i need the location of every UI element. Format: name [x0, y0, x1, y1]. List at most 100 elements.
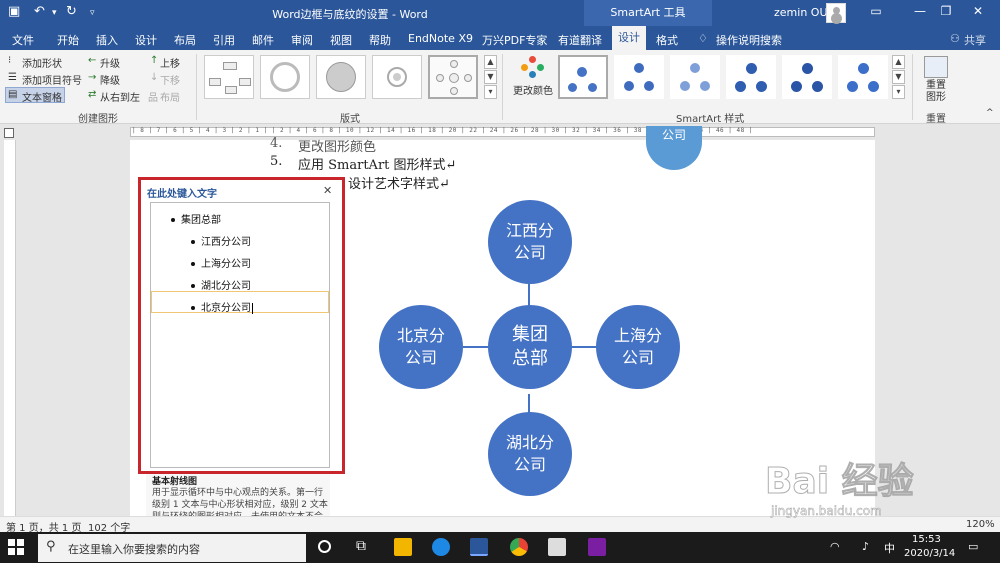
add-bullet-icon: ☰	[8, 72, 17, 83]
tab-file[interactable]: 文件	[12, 32, 34, 48]
move-down-button[interactable]: 下移	[160, 72, 180, 87]
ime-indicator[interactable]: 中	[884, 540, 895, 556]
taskbar-search-box[interactable]: ⚲ 在这里输入你要搜索的内容	[38, 534, 306, 562]
avatar[interactable]	[826, 3, 846, 23]
smartart-node-top[interactable]: 江西分 公司	[488, 200, 572, 284]
word-icon[interactable]	[470, 538, 488, 556]
change-colors-button[interactable]: 更改颜色	[513, 82, 553, 97]
tab-smartart-design[interactable]: 设计	[612, 26, 646, 50]
windows-start-icon[interactable]	[8, 539, 25, 556]
bullet-icon	[191, 306, 195, 310]
styles-scroll-down[interactable]: ▼	[892, 70, 905, 84]
tab-youdao[interactable]: 有道翻译	[558, 32, 602, 48]
styles-more[interactable]: ▾	[892, 85, 905, 99]
tab-design[interactable]: 设计	[135, 32, 157, 48]
promote-button[interactable]: 升级	[100, 55, 120, 70]
bullet-icon	[171, 218, 175, 222]
tab-view[interactable]: 视图	[330, 32, 352, 48]
right-to-left-icon: ⇄	[88, 89, 97, 100]
tab-format[interactable]: 格式	[656, 32, 678, 48]
styles-scroll-up[interactable]: ▲	[892, 55, 905, 69]
layout-thumb-cycle[interactable]	[260, 55, 310, 99]
chrome-icon[interactable]	[510, 538, 528, 556]
volume-icon[interactable]: ♪	[862, 540, 869, 553]
list-item[interactable]: 湖北分公司	[191, 277, 251, 292]
right-to-left-button[interactable]: 从右到左	[100, 89, 140, 104]
text-pane-title: 在此处键入文字	[147, 189, 217, 200]
clock-time[interactable]: 15:53	[912, 534, 941, 545]
notification-icon[interactable]: ▭	[968, 540, 978, 553]
tab-wondershare-pdf[interactable]: 万兴PDF专家	[482, 32, 547, 48]
partial-circle[interactable]: 公司	[646, 126, 702, 170]
style-thumb-3[interactable]	[670, 55, 720, 99]
bullet-icon	[191, 240, 195, 244]
reset-graphic-button[interactable]: 重置图形	[926, 80, 948, 104]
tab-insert[interactable]: 插入	[96, 32, 118, 48]
styles-group-label: SmartArt 样式	[676, 114, 745, 125]
smartart-text-pane[interactable]: 在此处键入文字 ✕ 集团总部 江西分公司 上海分公司 湖北分公司 北京分公司	[138, 177, 345, 474]
list-item[interactable]: 江西分公司	[191, 233, 251, 248]
user-name[interactable]: zemin OU	[774, 6, 828, 19]
list-item[interactable]: 集团总部	[171, 211, 221, 226]
tab-references[interactable]: 引用	[213, 32, 235, 48]
text-pane-body[interactable]: 集团总部 江西分公司 上海分公司 湖北分公司 北京分公司	[150, 202, 330, 468]
task-view-icon[interactable]: ⧉	[356, 538, 366, 554]
add-shape-button[interactable]: 添加形状	[22, 55, 62, 70]
tab-mailings[interactable]: 邮件	[252, 32, 274, 48]
share-icon[interactable]: ⚇	[950, 32, 960, 45]
cortana-icon[interactable]	[318, 540, 331, 553]
search-icon: ⚲	[46, 539, 56, 554]
tab-endnote[interactable]: EndNote X9	[408, 32, 473, 45]
tab-selector[interactable]	[4, 128, 14, 138]
ribbon-display-options-icon[interactable]: ▭	[866, 4, 886, 18]
tab-layout[interactable]: 布局	[174, 32, 196, 48]
network-icon[interactable]: ◠	[830, 540, 840, 553]
search-placeholder: 在这里输入你要搜索的内容	[68, 543, 200, 556]
smartart-node-bottom[interactable]: 湖北分 公司	[488, 412, 572, 496]
restore-icon[interactable]: ❐	[936, 4, 956, 18]
file-explorer-icon[interactable]	[394, 538, 412, 556]
video-editor-icon[interactable]	[588, 538, 606, 556]
list-number: 5.	[270, 154, 283, 169]
list-item[interactable]: 北京分公司	[191, 299, 253, 314]
watermark-logo: Bai 经验	[765, 461, 915, 503]
layout-description: 基本射线图 用于显示循环中与中心观点的关系。第一行级别 1 文本与中心形状相对应…	[146, 474, 330, 516]
collapse-ribbon-icon[interactable]: ^	[986, 108, 994, 118]
layout-thumb-hierarchy[interactable]	[204, 55, 254, 99]
smartart-center-node[interactable]: 集团 总部	[488, 305, 572, 389]
style-thumb-5[interactable]	[782, 55, 832, 99]
tab-review[interactable]: 审阅	[291, 32, 313, 48]
tell-me-search[interactable]: 操作说明搜索	[716, 32, 782, 48]
style-thumb-2[interactable]	[614, 55, 664, 99]
partial-circle-label: 公司	[661, 128, 686, 142]
tab-home[interactable]: 开始	[57, 32, 79, 48]
list-item: 设计艺术字样式↵	[348, 177, 450, 192]
layout-button[interactable]: 布局	[160, 89, 180, 104]
vertical-ruler[interactable]	[4, 140, 16, 516]
smartart-node-left[interactable]: 北京分 公司	[379, 305, 463, 389]
tab-help[interactable]: 帮助	[369, 32, 391, 48]
layouts-scroll-down[interactable]: ▼	[484, 70, 497, 84]
layout-description-title: 基本射线图	[152, 477, 198, 487]
photos-icon[interactable]	[548, 538, 566, 556]
demote-button[interactable]: 降级	[100, 72, 120, 87]
share-button[interactable]: 共享	[964, 32, 986, 48]
add-bullet-button[interactable]: 添加项目符号	[22, 72, 82, 87]
smartart-node-right[interactable]: 上海分 公司	[596, 305, 680, 389]
move-up-button[interactable]: 上移	[160, 55, 180, 70]
style-thumb-1[interactable]	[558, 55, 608, 99]
layout-thumb-basic-radial[interactable]	[428, 55, 478, 99]
style-thumb-4[interactable]	[726, 55, 776, 99]
layouts-more[interactable]: ▾	[484, 85, 497, 99]
style-thumb-6[interactable]	[838, 55, 888, 99]
close-icon[interactable]: ✕	[323, 184, 332, 197]
layout-thumb-segmented-cycle[interactable]	[316, 55, 366, 99]
text-cursor	[252, 303, 253, 314]
clock-date[interactable]: 2020/3/14	[904, 548, 955, 559]
close-window-icon[interactable]: ✕	[968, 4, 988, 18]
layout-thumb-radial-cycle[interactable]	[372, 55, 422, 99]
list-item[interactable]: 上海分公司	[191, 255, 251, 270]
layouts-scroll-up[interactable]: ▲	[484, 55, 497, 69]
edge-icon[interactable]	[432, 538, 450, 556]
minimize-icon[interactable]: —	[910, 4, 930, 18]
